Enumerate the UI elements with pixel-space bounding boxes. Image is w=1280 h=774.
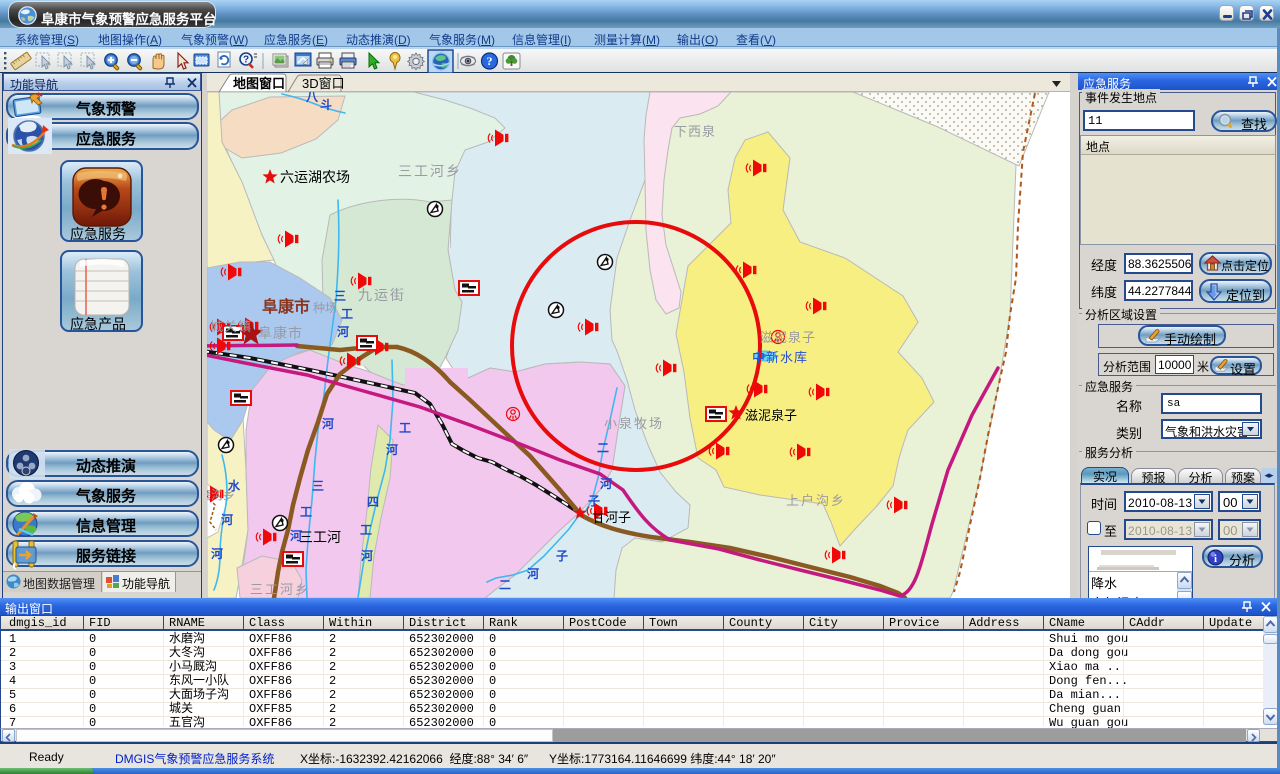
svg-text:河: 河 [210,546,223,561]
svg-text:滋泥泉子: 滋泥泉子 [760,330,816,345]
svg-text:阜康市: 阜康市 [258,325,303,341]
svg-text:河: 河 [220,512,233,527]
svg-text:中新水库: 中新水库 [752,350,808,365]
svg-text:六运湖农场: 六运湖农场 [280,169,350,185]
svg-text:上户沟乡: 上户沟乡 [786,493,846,508]
svg-text:子: 子 [588,494,600,508]
svg-text:八: 八 [305,92,319,104]
svg-text:小泉牧场: 小泉牧场 [604,416,664,431]
svg-text:工: 工 [360,523,372,537]
svg-text:四: 四 [367,495,379,509]
svg-text:二: 二 [499,578,511,592]
svg-text:工: 工 [341,307,353,321]
svg-text:河: 河 [599,476,612,491]
svg-text:工: 工 [399,421,411,435]
svg-text:工: 工 [300,505,312,519]
svg-text:河: 河 [526,566,539,581]
svg-text:下西泉: 下西泉 [674,124,716,139]
svg-text:i: i [1214,553,1217,565]
svg-text:斗: 斗 [320,98,332,112]
svg-text:河: 河 [336,324,349,339]
svg-text:水: 水 [228,478,241,493]
svg-text:九运街: 九运街 [358,287,406,303]
svg-text:3D窗口: 3D窗口 [302,76,345,91]
svg-text:地图窗口: 地图窗口 [233,76,285,91]
svg-text:子: 子 [556,549,568,563]
svg-text:滋泥泉子: 滋泥泉子 [745,408,797,423]
svg-text:种场: 种场 [313,301,337,315]
svg-text:甘河子: 甘河子 [592,510,631,525]
svg-text:河: 河 [289,528,302,543]
svg-text:三: 三 [312,479,324,493]
svg-text:三: 三 [334,289,346,303]
svg-text:三工河乡: 三工河乡 [398,163,462,179]
svg-text:二: 二 [597,441,609,455]
svg-text:三工河乡: 三工河乡 [250,582,310,597]
svg-text:三工河: 三工河 [299,529,341,545]
svg-text:河: 河 [385,442,398,457]
svg-text:河: 河 [360,548,373,563]
svg-text:阜康市: 阜康市 [262,297,310,316]
svg-text:城关镇: 城关镇 [210,319,252,334]
svg-text:?: ? [487,54,493,68]
svg-text:河: 河 [321,416,334,431]
svg-text:?: ? [243,55,249,66]
